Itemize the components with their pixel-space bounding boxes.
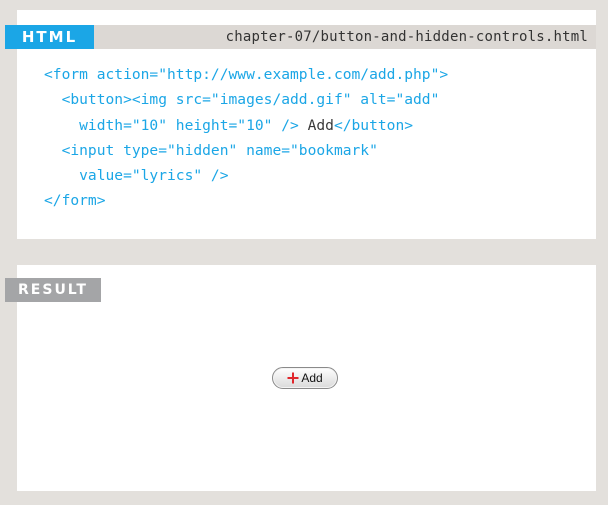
add-button[interactable]: Add xyxy=(272,367,338,389)
code-token: </form> xyxy=(44,192,106,210)
code-token: </button> xyxy=(333,116,414,134)
plus-icon xyxy=(287,372,299,384)
result-tag-label: RESULT xyxy=(5,278,101,302)
html-tag-label: HTML xyxy=(5,25,94,49)
code-block: <form action="http://www.example.com/add… xyxy=(44,62,448,214)
code-token: <button><img src="images/add.gif" alt="a… xyxy=(44,91,440,109)
add-button-label: Add xyxy=(301,371,323,385)
code-token: width="10" height="10" /> xyxy=(44,116,308,134)
code-line: <button><img src="images/add.gif" alt="a… xyxy=(44,91,440,109)
code-token: <input type="hidden" name="bookmark" xyxy=(44,141,378,159)
code-token: Add xyxy=(307,116,334,134)
code-line: width="10" height="10" /> Add</button> xyxy=(44,117,413,134)
code-filename: chapter-07/button-and-hidden-controls.ht… xyxy=(225,29,588,45)
code-line: </form> xyxy=(44,192,106,209)
code-line: <form action="http://www.example.com/add… xyxy=(44,66,448,83)
code-line: value="lyrics" /> xyxy=(44,167,229,185)
code-token: <form action="http://www.example.com/add… xyxy=(44,66,449,83)
code-line: <input type="hidden" name="bookmark" xyxy=(44,142,378,159)
code-token: value="lyrics" /> xyxy=(44,167,229,185)
